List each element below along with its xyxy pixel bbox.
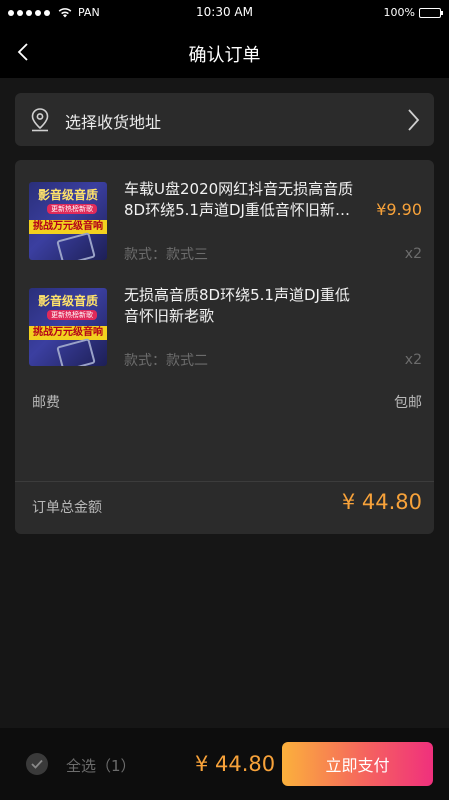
product-title: 无损高音质8D环绕5.1声道DJ重低音怀旧新老歌 (124, 286, 350, 325)
chevron-right-icon (408, 109, 420, 131)
battery-status: 100% (383, 6, 443, 19)
product-quantity: x2 (404, 246, 422, 262)
select-address-row[interactable]: 选择收货地址 (15, 93, 434, 146)
shipping-label: 邮费 (32, 395, 60, 411)
order-total-value: ¥ 44.80 (341, 490, 422, 514)
confirm-order-page: PAN 10:30 AM 100% 确认订单 选择收货地址 影音级音质 更新热榜… (0, 0, 449, 800)
pay-now-button[interactable]: 立即支付 (282, 742, 433, 786)
thumbnail-badge: 更新热榜新歌 (47, 204, 97, 214)
thumbnail-title: 影音级音质 (37, 188, 98, 202)
battery-icon (419, 7, 443, 18)
select-all-label[interactable]: 全选（1） (66, 755, 136, 776)
divider (15, 481, 434, 482)
thumbnail-banner: 挑战万元级音响 (29, 326, 107, 340)
location-pin-icon (31, 108, 49, 132)
product-spec: 款式：款式二 (124, 353, 208, 369)
usb-drive-icon (56, 232, 96, 260)
nav-bar: 确认订单 (0, 26, 449, 78)
order-total-label: 订单总金额 (32, 500, 102, 516)
status-bar: PAN 10:30 AM 100% (0, 0, 449, 26)
shipping-value: 包邮 (394, 395, 422, 411)
thumbnail-title: 影音级音质 (37, 294, 98, 308)
product-quantity: x2 (404, 352, 422, 368)
order-item[interactable]: 影音级音质 更新热榜新歌 挑战万元级音响 无损高音质8D环绕5.1声道DJ重低音… (15, 286, 434, 383)
check-circle-icon[interactable] (26, 753, 48, 775)
status-time: 10:30 AM (196, 5, 253, 19)
order-item[interactable]: 影音级音质 更新热榜新歌 挑战万元级音响 车载U盘2020网红抖音无损高音质8D… (15, 180, 434, 277)
thumbnail-banner: 挑战万元级音响 (29, 220, 107, 234)
product-spec: 款式：款式三 (124, 247, 208, 263)
product-thumbnail: 影音级音质 更新热榜新歌 挑战万元级音响 (29, 288, 107, 366)
usb-drive-icon (56, 338, 96, 366)
checkout-total: ¥ 44.80 (195, 752, 276, 776)
product-price: ¥9.90 (376, 200, 422, 219)
page-title: 确认订单 (188, 45, 261, 66)
checkout-bar: 全选（1） ¥ 44.80 立即支付 (0, 728, 449, 800)
checkmark-icon (31, 759, 43, 769)
product-thumbnail: 影音级音质 更新热榜新歌 挑战万元级音响 (29, 182, 107, 260)
battery-percent: 100% (383, 6, 415, 19)
product-title: 车载U盘2020网红抖音无损高音质8D环绕5.1声道DJ重低音怀旧新老歌 (124, 180, 354, 219)
thumbnail-badge: 更新热榜新歌 (47, 310, 97, 320)
select-address-label: 选择收货地址 (65, 113, 162, 132)
order-card: 影音级音质 更新热榜新歌 挑战万元级音响 车载U盘2020网红抖音无损高音质8D… (15, 160, 434, 534)
